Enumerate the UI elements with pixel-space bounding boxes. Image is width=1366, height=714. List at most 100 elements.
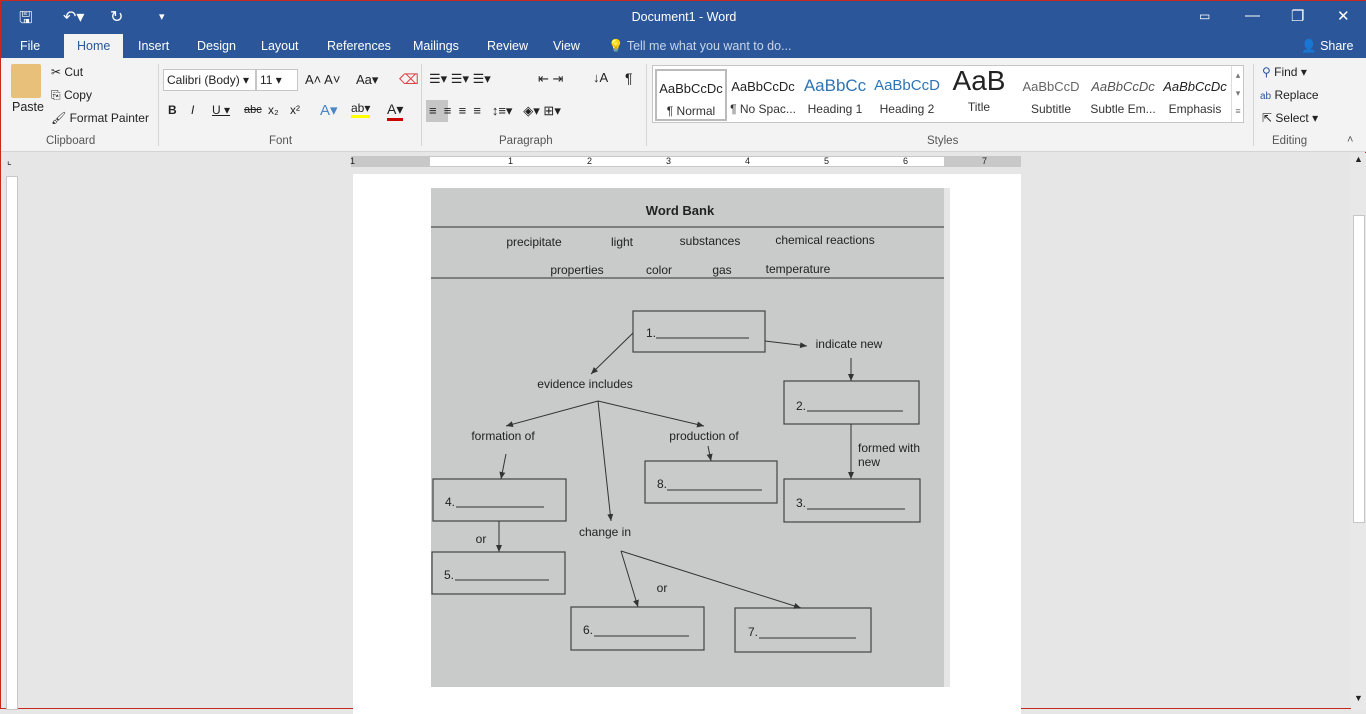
indent-icon[interactable]: ⇤ ⇥ [538, 71, 563, 87]
tab-insert[interactable]: Insert [138, 39, 169, 53]
copy-button[interactable]: ⎘ Copy [51, 88, 92, 103]
find-button[interactable]: ⚲ Find ▾ [1262, 65, 1307, 79]
font-color-icon[interactable]: A▾ [387, 101, 404, 121]
paste-button[interactable]: Paste [12, 100, 44, 114]
tab-home[interactable]: Home [64, 34, 124, 58]
style-emphasis[interactable]: AaBbCcDc Emphasis [1159, 69, 1231, 121]
search-icon: ⚲ [1262, 65, 1271, 79]
restore-icon[interactable]: ❐ [1291, 7, 1304, 25]
horizontal-ruler[interactable]: 1 1 2 3 4 5 6 7 [350, 156, 1021, 167]
box-number: 3. [796, 496, 806, 510]
text-effects-icon[interactable]: A▾ [320, 101, 338, 119]
share-button[interactable]: 👤 Share [1301, 39, 1353, 54]
word-bank-term: color [646, 263, 672, 277]
ruler-label: 6 [903, 156, 909, 166]
format-painter-button[interactable]: 🖌 Format Painter [51, 111, 149, 125]
style-subtle-emphasis[interactable]: AaBbCcDc Subtle Em... [1087, 69, 1159, 121]
highlight-icon[interactable]: ab▾ [351, 101, 371, 118]
styles-scroll[interactable]: ▴ ▾ ≡ [1231, 66, 1244, 122]
sort-icon[interactable]: ↓A [593, 70, 608, 85]
scroll-up-icon[interactable]: ▲ [1354, 154, 1363, 164]
styles-gallery: AaBbCcDc ¶ Normal AaBbCcDc ¶ No Spac... Aa… [652, 65, 1244, 123]
change-case-button[interactable]: Aa▾ [356, 72, 378, 88]
strikethrough-button[interactable]: abc [244, 104, 262, 116]
cut-button[interactable]: ✂ Cut [51, 65, 83, 79]
ruler-label: 1 [508, 156, 514, 166]
image-edge [944, 188, 950, 687]
tab-layout[interactable]: Layout [261, 39, 299, 53]
style-heading-1[interactable]: AaBbCc Heading 1 [799, 69, 871, 121]
vertical-ruler[interactable] [6, 176, 18, 710]
clear-formatting-icon[interactable]: ⌫ [399, 71, 419, 88]
word-bank-term: chemical reactions [775, 233, 874, 247]
underline-button[interactable]: U ▾ [212, 103, 230, 117]
style-subtitle[interactable]: AaBbCcD Subtitle [1015, 69, 1087, 121]
vertical-scrollbar[interactable]: ▲ ▼ [1351, 153, 1366, 710]
box-number: 4. [445, 495, 455, 509]
paste-icon[interactable] [11, 64, 41, 98]
label-new: new [858, 455, 880, 469]
align-icons[interactable]: ≡ ≡ ≡ ≡ ↕≡▾ ◈▾ ⊞▾ [429, 103, 561, 119]
ruler-label: 1 [350, 156, 356, 166]
box-number: 6. [583, 623, 593, 637]
superscript-button[interactable]: x² [290, 103, 300, 117]
word-bank-term: precipitate [506, 235, 562, 249]
cursor-icon: ⇱ [1262, 111, 1273, 125]
bold-button[interactable]: B [168, 103, 177, 117]
concept-map-image[interactable]: Word Bank precipitate light substances c… [431, 188, 950, 687]
ruler-label: 3 [666, 156, 672, 166]
ruler-margin-left [352, 157, 430, 166]
word-bank-term: properties [550, 263, 603, 277]
word-bank-term: gas [712, 263, 731, 277]
tab-review[interactable]: Review [487, 39, 528, 53]
font-group-label: Font [269, 135, 293, 147]
ribbon: Paste ✂ Cut ⎘ Copy 🖌 Format Painter Clip… [1, 58, 1366, 152]
style-no-spacing[interactable]: AaBbCcDc ¶ No Spac... [727, 69, 799, 121]
subscript-button[interactable]: x₂ [268, 103, 279, 117]
tab-design[interactable]: Design [197, 39, 236, 53]
minimize-icon[interactable]: — [1245, 7, 1260, 24]
box-number: 7. [748, 625, 758, 639]
tell-me-input[interactable]: 💡 Tell me what you want to do... [608, 39, 792, 54]
tab-file[interactable]: File [20, 39, 40, 53]
person-icon: 👤 [1301, 39, 1317, 53]
replace-button[interactable]: ab Replace [1260, 88, 1319, 102]
grow-font-button[interactable]: A˄ A˅ [305, 72, 340, 87]
replace-icon: ab [1260, 91, 1272, 102]
divider [421, 64, 422, 146]
style-heading-2[interactable]: AaBbCcD Heading 2 [871, 69, 943, 121]
tab-references[interactable]: References [327, 39, 391, 53]
select-button[interactable]: ⇱ Select ▾ [1262, 111, 1318, 125]
label-formation: formation of [471, 429, 535, 443]
word-bank-term: substances [680, 234, 741, 248]
tab-view[interactable]: View [553, 39, 580, 53]
label-or: or [476, 532, 487, 546]
font-size-select[interactable]: 11 ▾ [256, 69, 298, 91]
ruler-label: 2 [587, 156, 593, 166]
style-normal[interactable]: AaBbCcDc ¶ Normal [655, 69, 727, 121]
scrollbar-thumb[interactable] [1353, 215, 1365, 523]
style-title[interactable]: AaB Title [943, 65, 1015, 121]
word-bank-term: temperature [766, 262, 831, 276]
italic-button[interactable]: I [191, 103, 194, 117]
ruler-label: 5 [824, 156, 830, 166]
box-number: 2. [796, 399, 806, 413]
ruler-label: 4 [745, 156, 751, 166]
collapse-ribbon-icon[interactable]: ˄ [1347, 134, 1353, 146]
bullets-icon[interactable]: ☰▾ ☰▾ ☰▾ [429, 71, 491, 87]
font-name-select[interactable]: Calibri (Body) ▾ [163, 69, 256, 91]
title-bar: 🖫 ↶▾ ↻ ▾ Document1 - Word ▭ — ❐ ✕ [1, 1, 1366, 34]
label-or: or [657, 581, 668, 595]
box-number: 8. [657, 477, 667, 491]
tab-selector[interactable]: ⌞ [7, 156, 12, 167]
ribbon-display-icon[interactable]: ▭ [1199, 9, 1210, 23]
paragraph-group-label: Paragraph [499, 135, 553, 147]
label-indicate-new: indicate new [816, 337, 883, 351]
label-change-in: change in [579, 525, 631, 539]
scroll-down-icon[interactable]: ▼ [1354, 693, 1363, 703]
box-number: 5. [444, 568, 454, 582]
pilcrow-icon[interactable]: ¶ [625, 70, 633, 86]
window-title: Document1 - Word [631, 10, 737, 24]
tab-mailings[interactable]: Mailings [413, 39, 459, 53]
close-icon[interactable]: ✕ [1337, 7, 1350, 25]
